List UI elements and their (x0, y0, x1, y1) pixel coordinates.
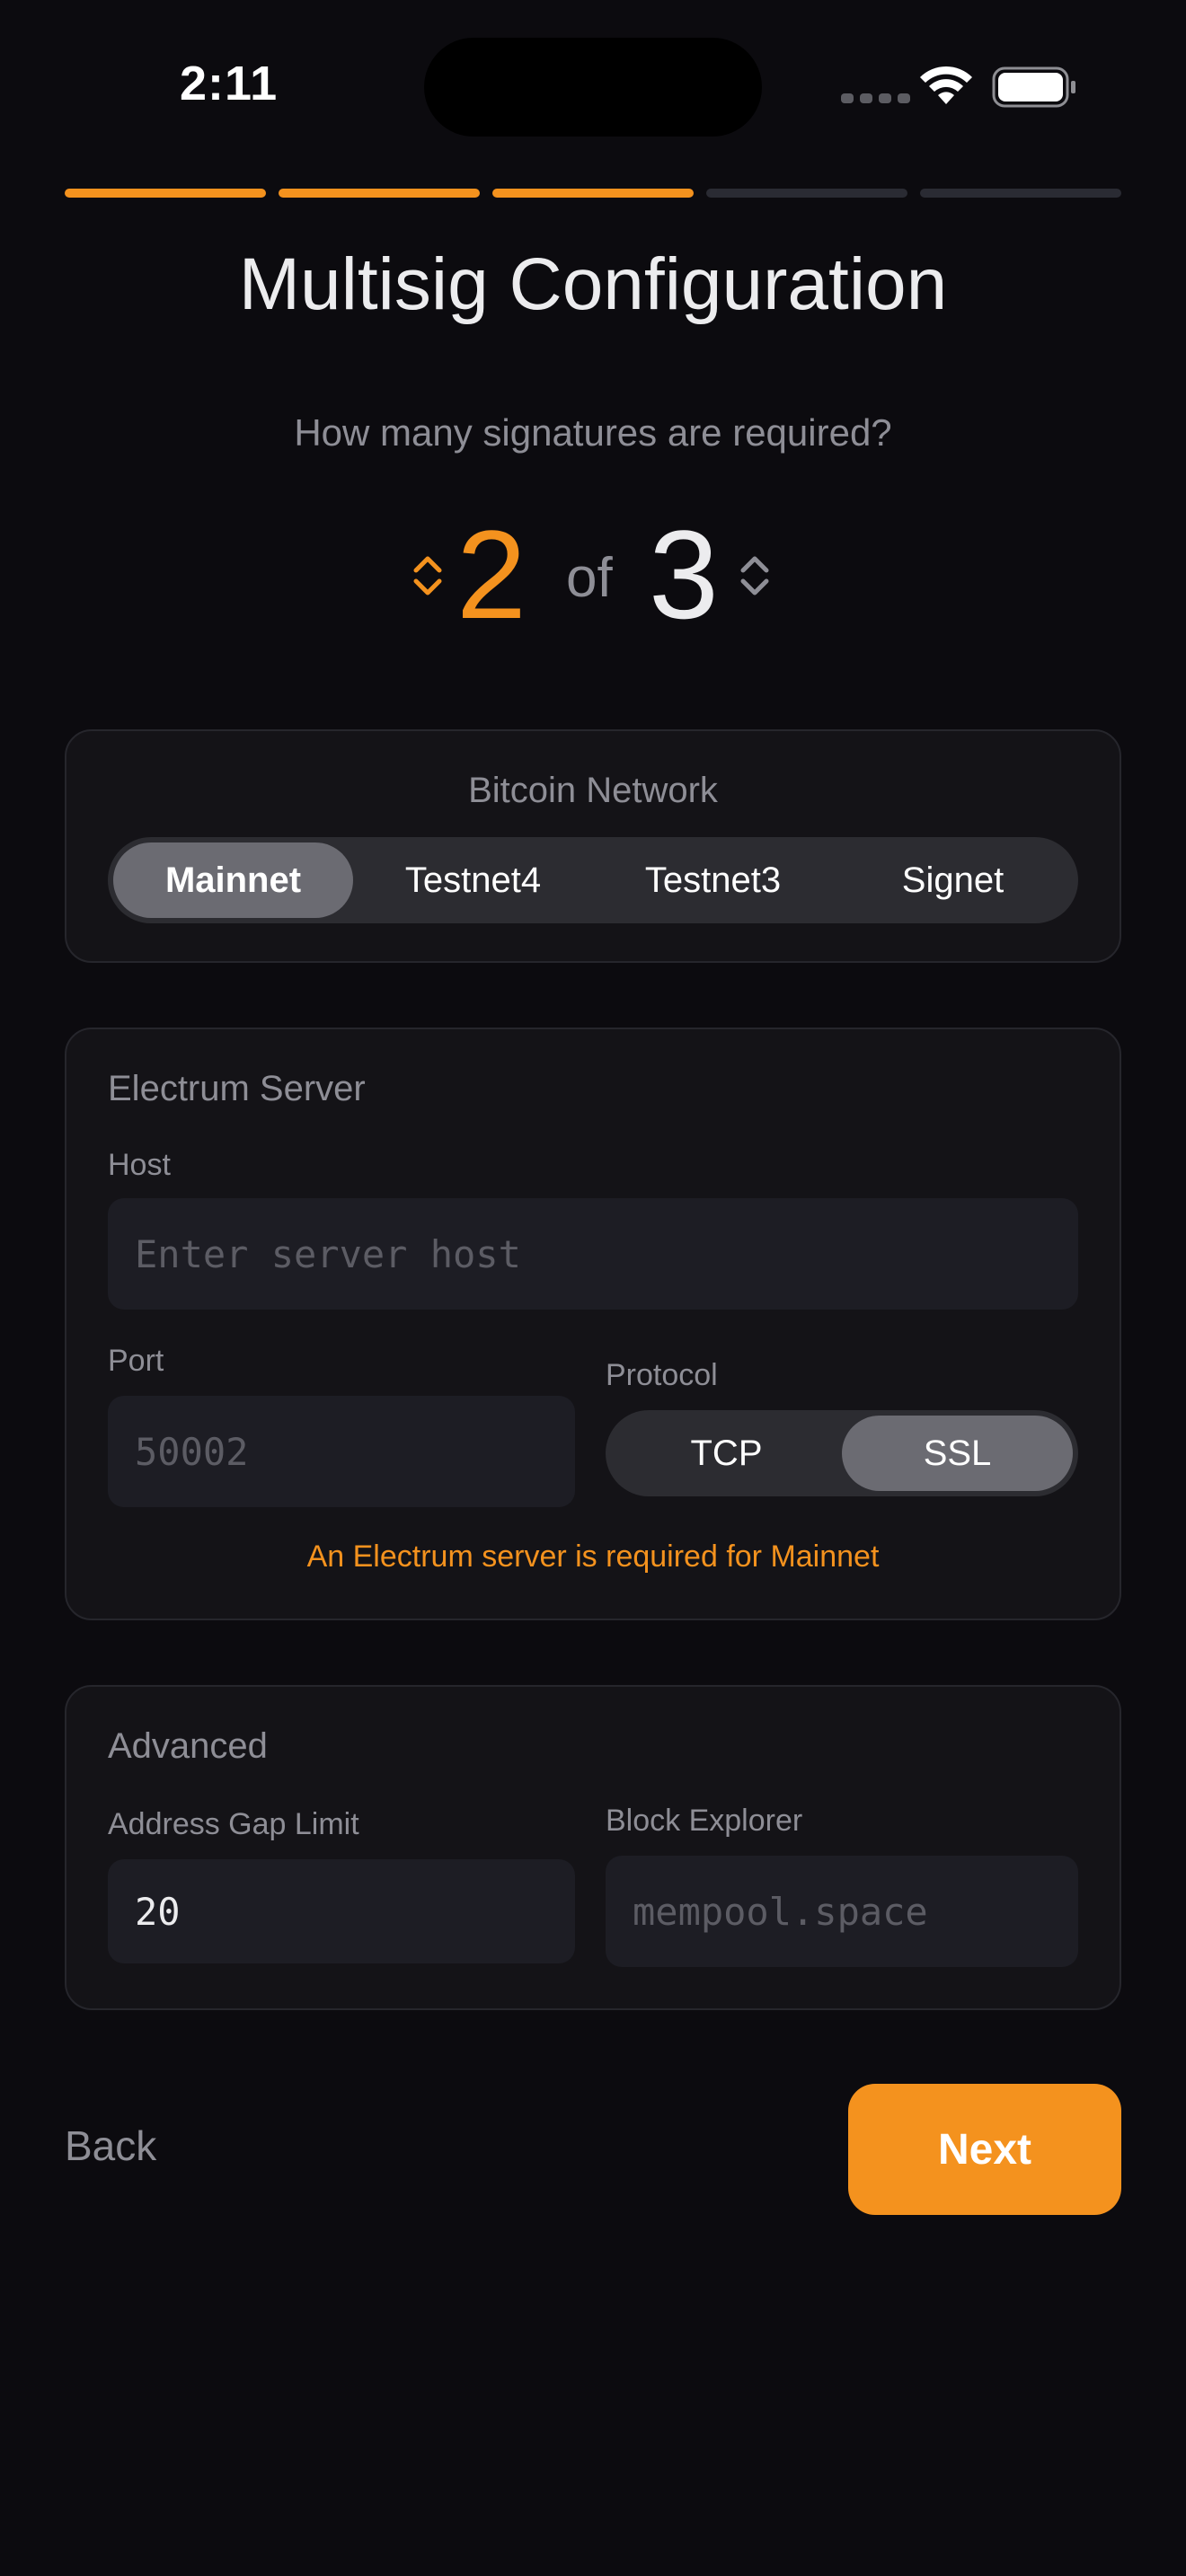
gap-limit-label: Address Gap Limit (108, 1807, 359, 1841)
progress-step-5 (920, 189, 1121, 198)
advanced-section-title: Advanced (108, 1726, 268, 1766)
network-option-testnet4[interactable]: Testnet4 (353, 842, 593, 918)
network-option-mainnet[interactable]: Mainnet (113, 842, 353, 918)
of-label: of (566, 547, 613, 609)
progress-step-2 (279, 189, 480, 198)
step-progress (65, 189, 1121, 199)
network-selector: Mainnet Testnet4 Testnet3 Signet (108, 837, 1078, 923)
status-time: 2:11 (180, 57, 279, 110)
electrum-section-title: Electrum Server (108, 1069, 366, 1108)
network-card: Bitcoin Network Mainnet Testnet4 Testnet… (65, 729, 1121, 963)
wifi-icon (920, 66, 972, 104)
advanced-card: Advanced Address Gap Limit 20 Block Expl… (65, 1685, 1121, 2010)
dynamic-island (424, 38, 762, 137)
page-title: Multisig Configuration (238, 243, 948, 325)
signatures-question: How many signatures are required? (294, 411, 892, 454)
required-signatures-value[interactable]: 2 (456, 503, 527, 647)
network-option-testnet3[interactable]: Testnet3 (593, 842, 833, 918)
block-explorer-label: Block Explorer (606, 1804, 803, 1838)
network-label: Bitcoin Network (468, 771, 718, 810)
total-signers-value[interactable]: 3 (649, 503, 719, 647)
electrum-server-card: Electrum Server Host Enter server host P… (65, 1028, 1121, 1620)
host-label: Host (108, 1148, 171, 1182)
progress-step-3 (492, 189, 694, 198)
block-explorer-input[interactable]: mempool.space (606, 1856, 1078, 1967)
protocol-option-ssl[interactable]: SSL (842, 1416, 1073, 1491)
gap-limit-input[interactable]: 20 (108, 1859, 575, 1963)
cellular-signal-icon (841, 93, 910, 103)
back-button[interactable]: Back (65, 2122, 156, 2170)
protocol-selector: TCP SSL (606, 1410, 1078, 1496)
next-button[interactable]: Next (848, 2084, 1121, 2215)
protocol-option-tcp[interactable]: TCP (611, 1416, 842, 1491)
protocol-label: Protocol (606, 1358, 718, 1392)
total-signers-stepper-icon[interactable] (739, 552, 771, 599)
port-label: Port (108, 1344, 164, 1378)
progress-step-1 (65, 189, 266, 198)
progress-step-4 (706, 189, 907, 198)
port-input[interactable]: 50002 (108, 1396, 575, 1507)
electrum-required-warning: An Electrum server is required for Mainn… (306, 1539, 880, 1574)
host-input[interactable]: Enter server host (108, 1198, 1078, 1310)
network-option-signet[interactable]: Signet (833, 842, 1073, 918)
battery-icon (992, 66, 1075, 108)
required-signatures-stepper-icon[interactable] (412, 552, 444, 599)
